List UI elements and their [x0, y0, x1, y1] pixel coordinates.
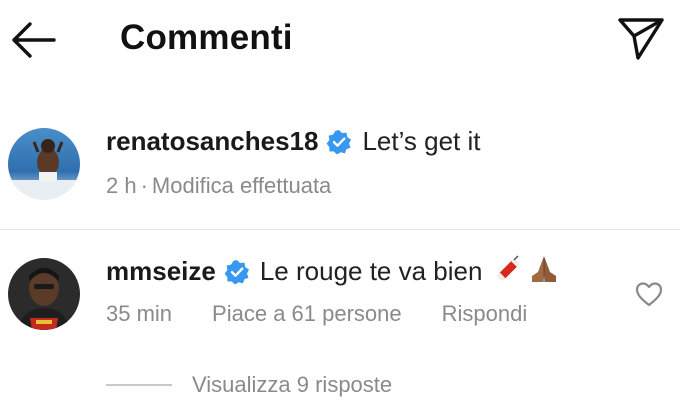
likes-count-link[interactable]: Piace a 61 persone: [212, 301, 402, 327]
heart-outline-icon: [635, 282, 663, 307]
paper-plane-icon: [618, 18, 664, 60]
replies-divider-line: [106, 384, 172, 386]
view-replies-link[interactable]: Visualizza 9 risposte: [106, 372, 392, 398]
username[interactable]: mmseize: [106, 256, 216, 287]
send-button[interactable]: [614, 14, 666, 62]
verified-badge-icon: [224, 259, 249, 284]
like-button[interactable]: [634, 280, 664, 308]
comment-time: 2 h: [106, 173, 137, 198]
edited-label: Modifica effettuata: [151, 173, 332, 198]
avatar[interactable]: [8, 128, 80, 200]
comment-meta: 35 min Piace a 61 persone Rispondi: [106, 301, 527, 327]
back-button[interactable]: [8, 20, 58, 60]
page-title: Commenti: [120, 18, 293, 57]
comment-item: renatosanches18 Let’s get it 2 h · Modif…: [0, 120, 680, 220]
avatar-photo: [8, 258, 80, 330]
comment-time: 35 min: [106, 301, 173, 326]
comment-text: Le rouge te va bien: [259, 256, 483, 286]
firecracker-emoji-icon: [494, 254, 524, 289]
folded-hands-emoji-icon: [528, 254, 560, 289]
divider: [0, 229, 680, 230]
comment-meta: 2 h · Modifica effettuata: [106, 173, 331, 199]
avatar-photo: [8, 128, 80, 200]
verified-badge-icon: [327, 129, 352, 154]
avatar[interactable]: [8, 258, 80, 330]
comment-header: mmseize Le rouge te va bien: [106, 254, 560, 289]
username[interactable]: renatosanches18: [106, 126, 318, 157]
header: Commenti: [0, 0, 680, 80]
comment-item: mmseize Le rouge te va bien 35 min Piace…: [0, 248, 680, 348]
meta-separator: ·: [140, 173, 148, 198]
reply-button[interactable]: Rispondi: [442, 301, 528, 327]
comment-header: renatosanches18 Let’s get it: [106, 126, 481, 157]
arrow-left-icon: [12, 22, 56, 58]
view-replies-label: Visualizza 9 risposte: [192, 372, 393, 397]
comment-text: Let’s get it: [362, 126, 481, 156]
